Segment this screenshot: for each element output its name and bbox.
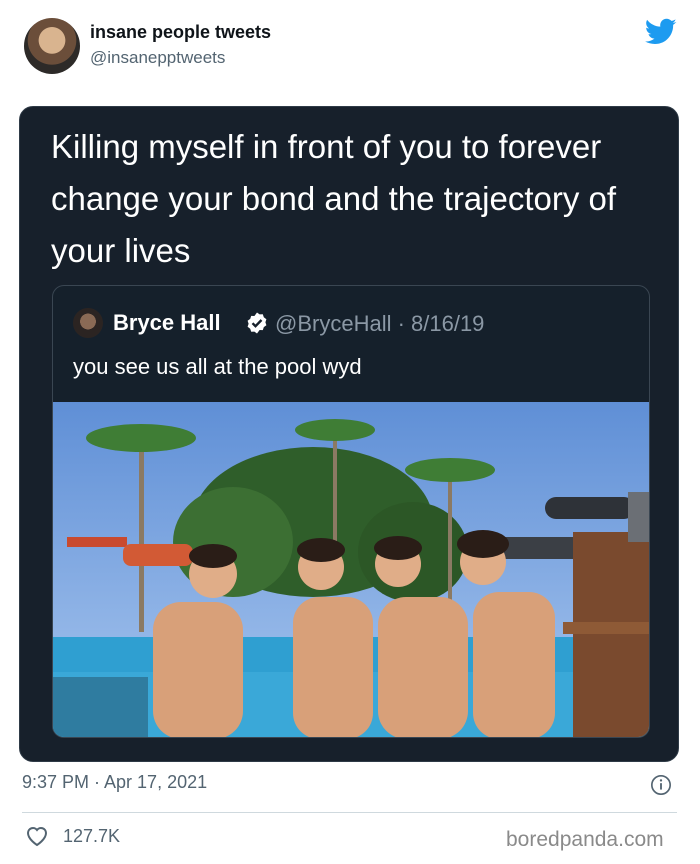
divider (22, 812, 677, 813)
tweet-header: insane people tweets @insanepptweets (0, 0, 700, 90)
tweet-timestamp[interactable]: 9:37 PM · Apr 17, 2021 (22, 772, 207, 793)
heart-icon[interactable] (25, 825, 49, 847)
author-handle[interactable]: @insanepptweets (90, 48, 225, 68)
like-count[interactable]: 127.7K (63, 826, 120, 847)
quoted-tweet-text: you see us all at the pool wyd (73, 354, 362, 379)
pool-group-photo[interactable] (53, 402, 650, 738)
quoted-avatar[interactable] (73, 308, 103, 338)
author-avatar[interactable] (24, 18, 80, 74)
boredpanda-watermark: boredpanda.com (506, 828, 664, 851)
tweet-screenshot-card: Killing myself in front of you to foreve… (19, 106, 679, 762)
author-name[interactable]: insane people tweets (90, 22, 271, 43)
quoted-handle-date: @BryceHall · 8/16/19 (275, 311, 485, 336)
tweet-text: Killing myself in front of you to foreve… (51, 128, 617, 269)
quoted-author-name[interactable]: Bryce Hall (113, 310, 221, 336)
quoted-tweet[interactable]: Bryce Hall @BryceHall · 8/16/19 you see … (52, 285, 650, 738)
twitter-bird-icon[interactable] (645, 18, 677, 46)
verified-badge-icon (247, 312, 267, 334)
info-icon[interactable] (650, 774, 672, 796)
